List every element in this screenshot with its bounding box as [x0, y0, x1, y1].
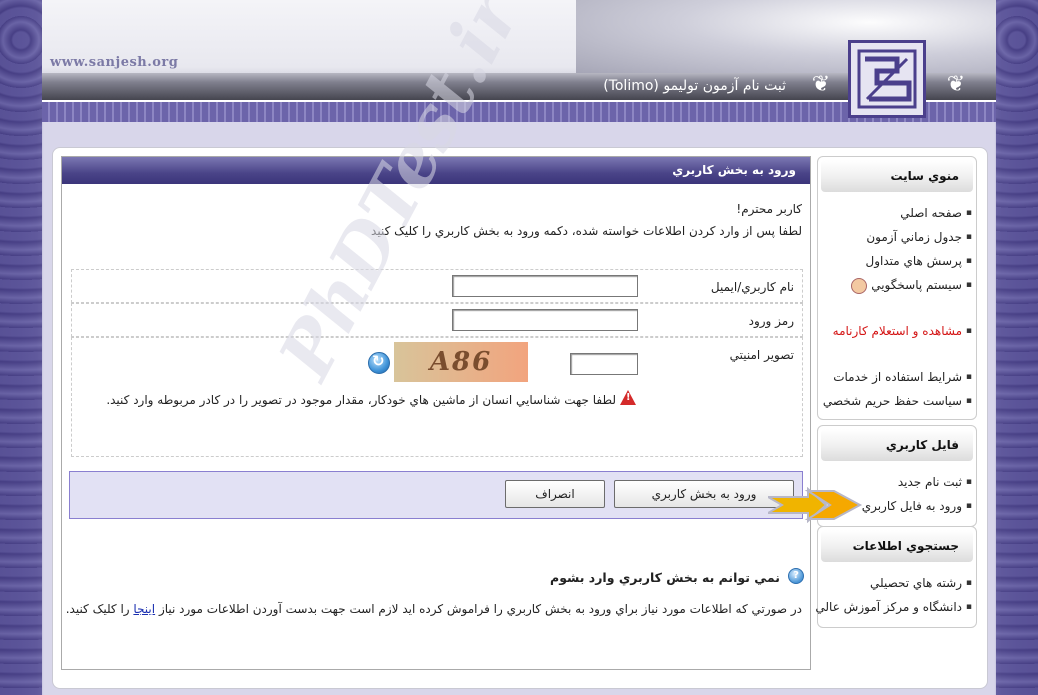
help-link[interactable]: اينجا [133, 602, 155, 616]
help-title: نمي توانم به بخش کاربري وارد بشوم [550, 570, 780, 585]
site-menu: منوي سايت صفحه اصلي جدول زماني آزمون پرس… [817, 156, 977, 420]
site-menu-title: منوي سايت [821, 160, 973, 192]
captcha-row: تصوير امنيتي A86 لطفا جهت شناسايي انسان … [71, 337, 803, 457]
page-title: ثبت نام آزمون توليمو (Tolimo) [603, 78, 786, 94]
ornament-icon: ❦ [811, 72, 831, 97]
support-avatar-icon [851, 277, 868, 294]
login-submit-button[interactable]: ورود به بخش کاربري [614, 480, 794, 508]
password-row: رمز ورود [71, 303, 803, 337]
menu-item-faq[interactable]: پرسش هاي متداول [824, 249, 972, 273]
captcha-note: لطفا جهت شناسايي انسان از ماشين هاي خودک… [106, 393, 616, 407]
menu-item-report-card[interactable]: مشاهده و استعلام کارنامه [824, 319, 972, 343]
logo-emblem-icon [857, 49, 917, 109]
help-text-before: در صورتي که اطلاعات مورد نياز براي ورود … [158, 602, 802, 616]
password-label: رمز ورود [748, 314, 794, 328]
site-header: www.sanjesh.org ❦ ❦ ثبت نام آزمون توليمو… [42, 0, 996, 122]
instruction-text: لطفا پس از وارد کردن اطلاعات خواسته شده،… [371, 224, 802, 238]
captcha-image: A86 [394, 342, 528, 382]
warning-icon [620, 390, 636, 405]
info-search-menu-list: رشته هاي تحصيلي دانشگاه و مرکز آموزش عال… [815, 565, 976, 627]
captcha-input[interactable] [570, 353, 638, 375]
password-input[interactable] [452, 309, 638, 331]
user-file-menu-title: فايل کاربري [821, 429, 973, 461]
site-menu-list: صفحه اصلي جدول زماني آزمون پرسش هاي متدا… [818, 195, 976, 421]
username-row: نام کاربري/ايميل [71, 269, 803, 303]
help-text-after: را کليک کنيد. [65, 602, 130, 616]
info-search-menu-title: جستجوي اطلاعات [821, 530, 973, 562]
refresh-captcha-icon[interactable] [368, 352, 390, 374]
double-arrow-icon [768, 487, 863, 523]
menu-item-fields-of-study[interactable]: رشته هاي تحصيلي [824, 571, 972, 595]
username-input[interactable] [452, 275, 638, 297]
help-icon: ? [788, 568, 804, 584]
menu-item-support-system[interactable]: سيستم پاسخگويي [824, 273, 972, 297]
info-search-menu: جستجوي اطلاعات رشته هاي تحصيلي دانشگاه و… [815, 526, 977, 628]
left-decorative-border [0, 0, 42, 695]
site-url[interactable]: www.sanjesh.org [50, 55, 178, 70]
menu-item-home[interactable]: صفحه اصلي [824, 201, 972, 225]
sanjesh-logo[interactable] [848, 40, 926, 118]
captcha-label: تصوير امنيتي [729, 348, 794, 362]
header-background-image [576, 0, 996, 75]
greeting-text: کاربر محترم! [736, 202, 802, 216]
ornament-icon: ❦ [946, 72, 966, 97]
menu-item-terms[interactable]: شرايط استفاده از خدمات [824, 365, 972, 389]
username-label: نام کاربري/ايميل [710, 280, 794, 294]
help-text: در صورتي که اطلاعات مورد نياز براي ورود … [62, 597, 802, 622]
right-decorative-border [996, 0, 1038, 695]
form-button-bar: ورود به بخش کاربري انصراف [69, 471, 803, 519]
login-panel: ورود به بخش کاربري کاربر محترم! لطفا پس … [61, 0, 811, 670]
login-intro: کاربر محترم! لطفا پس از وارد کردن اطلاعا… [62, 184, 810, 242]
cancel-button[interactable]: انصراف [505, 480, 605, 508]
login-panel-title: ورود به بخش کاربري [62, 157, 810, 184]
menu-item-universities[interactable]: دانشگاه و مرکز آموزش عالي [815, 595, 972, 619]
menu-item-exam-schedule[interactable]: جدول زماني آزمون [824, 225, 972, 249]
main-panel: ورود به بخش کاربري کاربر محترم! لطفا پس … [52, 0, 988, 689]
menu-item-privacy[interactable]: سياست حفظ حريم شخصي [823, 389, 972, 413]
menu-item-support-label: سيستم پاسخگويي [871, 278, 962, 292]
